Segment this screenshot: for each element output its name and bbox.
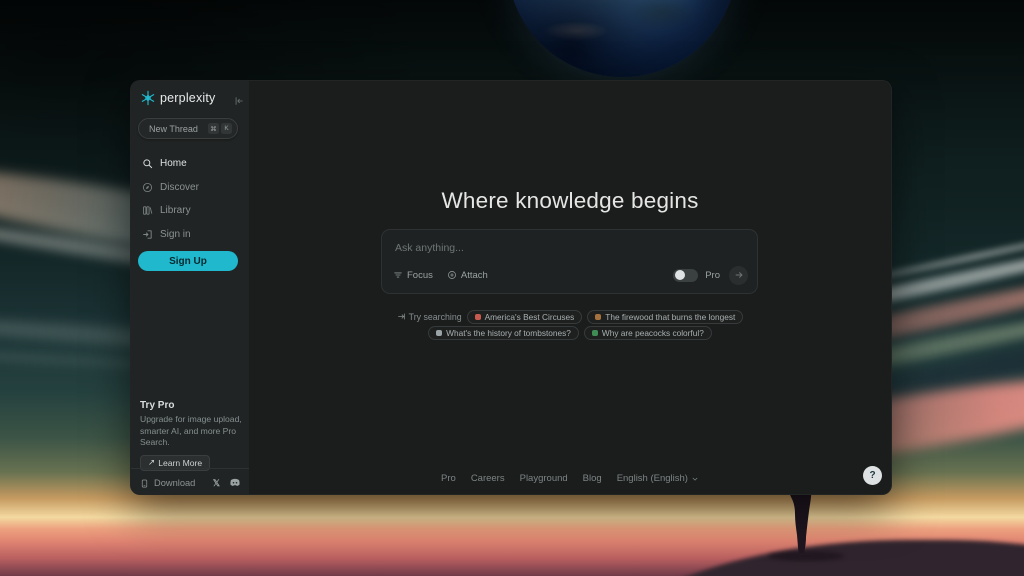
circus-emoji [475, 314, 481, 320]
attach-label: Attach [461, 270, 488, 281]
logo[interactable]: perplexity [140, 90, 216, 106]
search-icon [142, 158, 153, 169]
sidebar-item-discover[interactable]: Discover [131, 176, 249, 200]
focus-icon [393, 270, 403, 280]
toggle-knob [675, 270, 685, 280]
suggestion-chip[interactable]: Why are peacocks colorful? [584, 326, 712, 340]
x-twitter-icon[interactable]: 𝕏 [213, 478, 220, 489]
try-pro-description: Upgrade for image upload, smarter AI, an… [140, 414, 242, 449]
pro-toggle[interactable] [673, 269, 698, 282]
cmd-keycap: ⌘ [208, 123, 219, 134]
new-thread-button[interactable]: New Thread ⌘ K [138, 118, 238, 139]
suggestion-row: What's the history of tombstones? Why ar… [428, 325, 712, 340]
footer: Pro Careers Playground Blog English (Eng… [249, 473, 891, 484]
sidebar-item-label: Discover [160, 182, 199, 193]
try-pro-panel: Try Pro Upgrade for image upload, smarte… [140, 400, 242, 471]
page-title: Where knowledge begins [249, 188, 891, 214]
sign-up-button[interactable]: Sign Up [138, 251, 238, 271]
suggestions: Try searching America's Best Circuses Th… [249, 309, 891, 340]
suggestion-chip[interactable]: What's the history of tombstones? [428, 326, 579, 340]
social-icons: 𝕏 [213, 478, 241, 489]
logo-text: perplexity [160, 91, 216, 105]
sidebar-item-library[interactable]: Library [131, 199, 249, 223]
main-area: Where knowledge begins Focus Attach [249, 81, 891, 494]
footer-link-playground[interactable]: Playground [520, 473, 568, 484]
sidebar-item-home[interactable]: Home [131, 152, 249, 176]
collapse-sidebar-icon[interactable] [234, 93, 244, 111]
arrow-right-icon [734, 270, 744, 280]
library-icon [142, 205, 153, 216]
tombstone-emoji [436, 330, 442, 336]
chip-label: What's the history of tombstones? [446, 328, 571, 338]
submit-button[interactable] [729, 266, 748, 285]
arrow-up-right-icon: ↗ [148, 457, 155, 468]
sidebar-item-label: Sign in [160, 229, 191, 240]
pro-toggle-label: Pro [705, 270, 720, 281]
search-toolbar: Focus Attach Pro [393, 265, 748, 285]
focus-label: Focus [407, 270, 433, 281]
attach-button[interactable]: Attach [447, 270, 488, 281]
help-button[interactable]: ? [863, 466, 882, 485]
perplexity-logo-icon [140, 90, 156, 106]
try-searching-label: Try searching [397, 312, 462, 322]
download-row: Download 𝕏 [140, 475, 241, 491]
footer-link-blog[interactable]: Blog [583, 473, 602, 484]
peacock-emoji [592, 330, 598, 336]
focus-button[interactable]: Focus [393, 270, 433, 281]
perplexity-window: perplexity New Thread ⌘ K Home [130, 80, 892, 495]
sign-in-icon [142, 229, 153, 240]
footer-link-careers[interactable]: Careers [471, 473, 505, 484]
sidebar: perplexity New Thread ⌘ K Home [131, 81, 249, 494]
suggestion-chip[interactable]: America's Best Circuses [467, 310, 583, 324]
suggestion-row: Try searching America's Best Circuses Th… [397, 309, 744, 324]
sidebar-divider [131, 468, 249, 469]
chip-label: America's Best Circuses [485, 312, 575, 322]
sidebar-item-sign-in[interactable]: Sign in [131, 223, 249, 247]
try-pro-title: Try Pro [140, 400, 242, 411]
discord-icon[interactable] [229, 478, 241, 488]
attach-icon [447, 270, 457, 280]
chip-label: The firewood that burns the longest [605, 312, 735, 322]
footer-link-pro[interactable]: Pro [441, 473, 456, 484]
ask-anything-input[interactable] [395, 240, 735, 256]
compass-icon [142, 182, 153, 193]
suggestion-chip[interactable]: The firewood that burns the longest [587, 310, 743, 324]
mobile-icon [140, 478, 149, 489]
screen: perplexity New Thread ⌘ K Home [0, 0, 1024, 576]
chevron-down-icon [691, 475, 699, 483]
language-selector[interactable]: English (English) [617, 473, 699, 484]
sidebar-item-label: Library [160, 205, 191, 216]
firewood-emoji [595, 314, 601, 320]
chip-label: Why are peacocks colorful? [602, 328, 704, 338]
learn-more-label: Learn More [158, 458, 202, 468]
search-box: Focus Attach Pro [381, 229, 758, 294]
k-keycap: K [221, 123, 232, 134]
sidebar-nav: Home Discover Library [131, 152, 249, 246]
new-thread-label: New Thread [149, 124, 206, 134]
download-link[interactable]: Download [154, 478, 213, 488]
arrow-curve-icon [397, 312, 406, 321]
sidebar-item-label: Home [160, 158, 187, 169]
